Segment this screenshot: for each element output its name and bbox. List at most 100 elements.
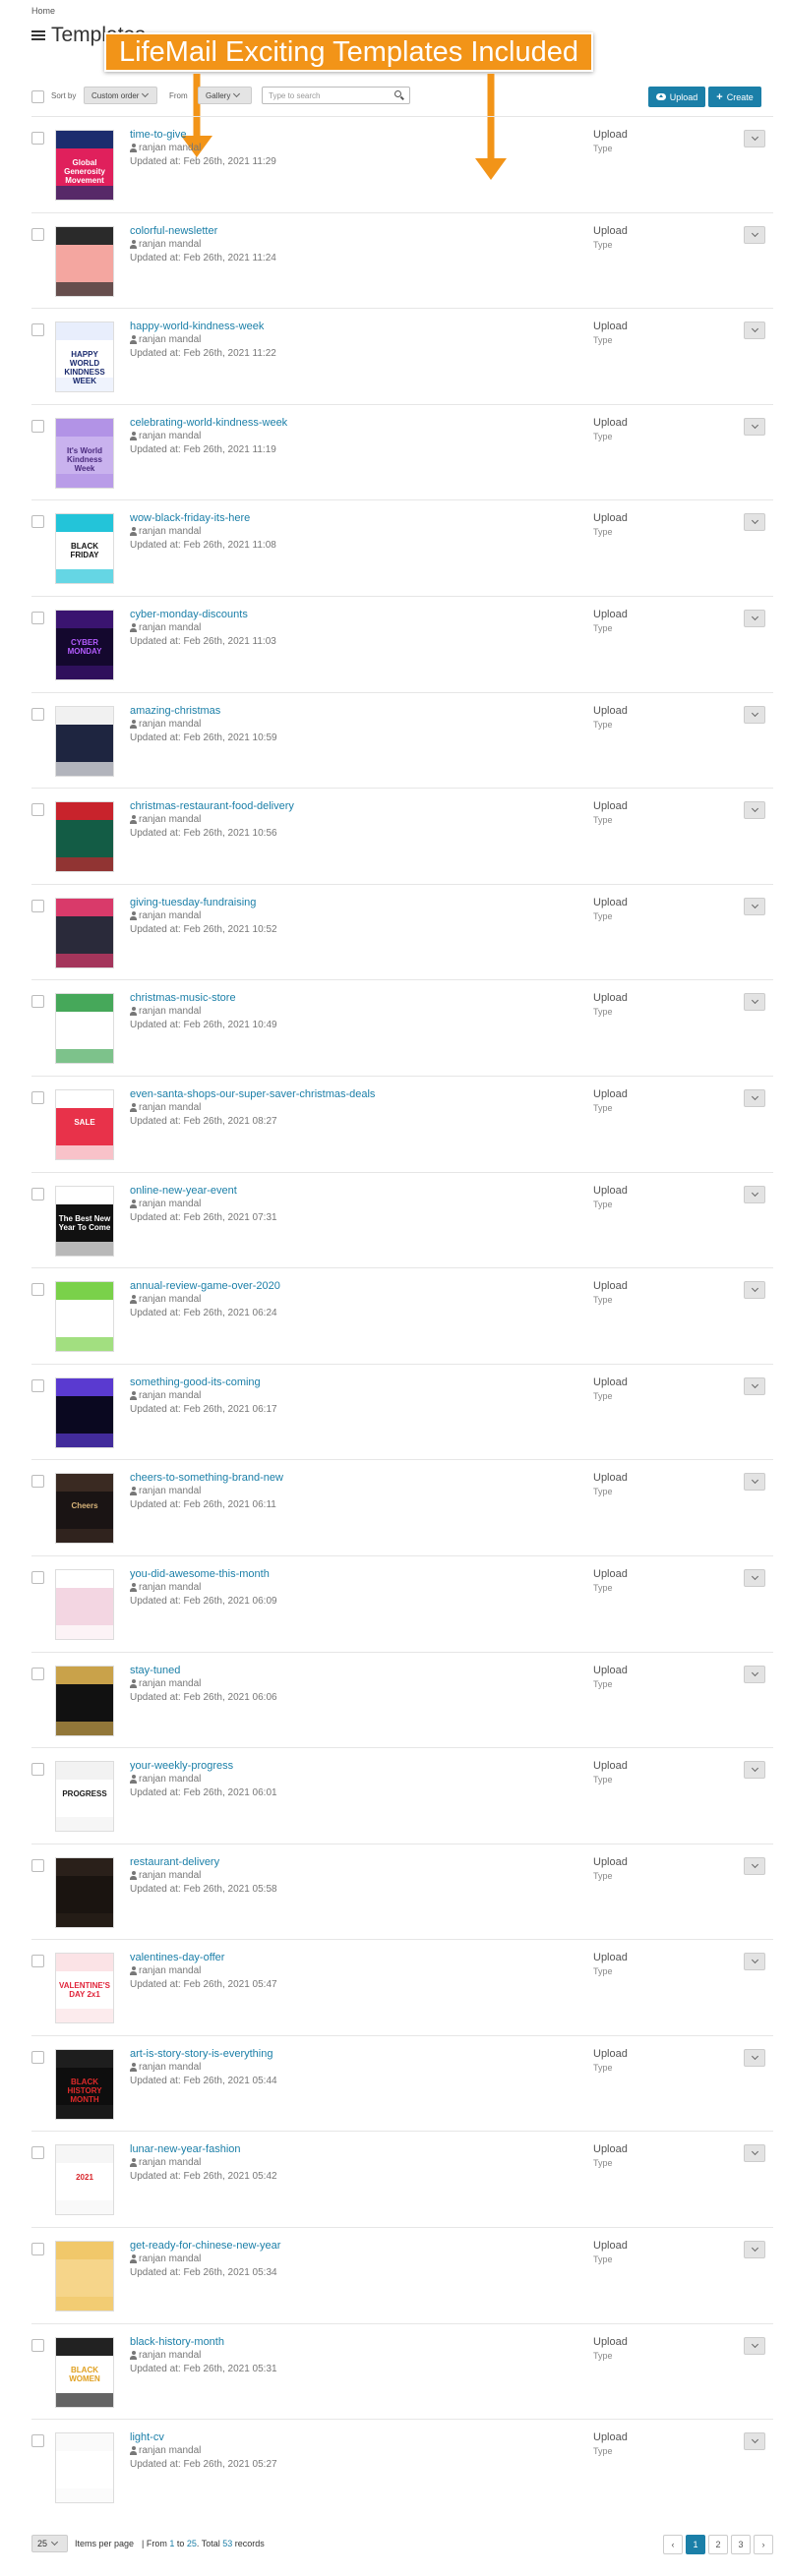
template-name-link[interactable]: time-to-give — [130, 129, 186, 141]
template-name-link[interactable]: get-ready-for-chinese-new-year — [130, 2240, 280, 2252]
template-thumbnail[interactable]: It's World Kindness Week — [55, 417, 114, 489]
row-actions-button[interactable] — [744, 1473, 765, 1492]
template-thumbnail[interactable]: PROGRESS — [55, 1761, 114, 1833]
row-checkbox[interactable] — [31, 419, 44, 433]
row-actions-button[interactable] — [744, 1281, 765, 1300]
row-actions-button[interactable] — [744, 2048, 765, 2067]
row-actions-button[interactable] — [744, 513, 765, 532]
template-name-link[interactable]: lunar-new-year-fashion — [130, 2143, 241, 2155]
template-name-link[interactable]: cheers-to-something-brand-new — [130, 1472, 283, 1484]
row-checkbox[interactable] — [31, 1378, 44, 1392]
template-thumbnail[interactable] — [55, 2432, 114, 2504]
row-actions-button[interactable] — [744, 130, 765, 147]
per-page-select[interactable]: 25 — [31, 2535, 68, 2552]
template-thumbnail[interactable]: Cheers — [55, 1473, 114, 1545]
upload-button[interactable]: Upload — [648, 87, 705, 107]
page-button[interactable]: 1 — [686, 2535, 705, 2554]
row-checkbox[interactable] — [31, 803, 44, 817]
row-actions-button[interactable] — [744, 1376, 765, 1395]
template-thumbnail[interactable] — [55, 225, 114, 297]
template-thumbnail[interactable] — [55, 1665, 114, 1736]
row-checkbox[interactable] — [31, 899, 44, 912]
template-name-link[interactable]: online-new-year-event — [130, 1185, 237, 1197]
row-actions-button[interactable] — [744, 1665, 765, 1683]
row-checkbox[interactable] — [31, 1187, 44, 1200]
row-checkbox[interactable] — [31, 1090, 44, 1104]
template-name-link[interactable]: you-did-awesome-this-month — [130, 1568, 270, 1580]
template-thumbnail[interactable]: 2021 — [55, 2144, 114, 2216]
create-button[interactable]: + Create — [708, 87, 761, 107]
template-thumbnail[interactable]: BLACK WOMEN — [55, 2336, 114, 2408]
row-checkbox[interactable] — [31, 1667, 44, 1680]
page-button[interactable]: 3 — [731, 2535, 751, 2554]
row-actions-button[interactable] — [744, 897, 765, 915]
sort-select[interactable]: Custom order — [84, 87, 157, 104]
template-name-link[interactable]: light-cv — [130, 2431, 164, 2443]
template-name-link[interactable]: art-is-story-story-is-everything — [130, 2048, 272, 2060]
row-actions-button[interactable] — [744, 705, 765, 724]
row-checkbox[interactable] — [31, 995, 44, 1009]
breadcrumb[interactable]: Home — [31, 6, 55, 16]
row-checkbox[interactable] — [31, 323, 44, 337]
row-checkbox[interactable] — [31, 2434, 44, 2448]
template-thumbnail[interactable]: CYBER MONDAY — [55, 609, 114, 680]
next-page-button[interactable]: › — [754, 2535, 773, 2554]
template-thumbnail[interactable] — [55, 1568, 114, 1640]
row-checkbox[interactable] — [31, 2146, 44, 2160]
row-checkbox[interactable] — [31, 132, 44, 145]
from-select[interactable]: Gallery — [198, 87, 252, 104]
search-icon[interactable] — [394, 90, 404, 100]
template-name-link[interactable]: restaurant-delivery — [130, 1856, 219, 1868]
template-name-link[interactable]: amazing-christmas — [130, 705, 220, 717]
template-thumbnail[interactable]: The Best New Year To Come — [55, 1185, 114, 1257]
row-actions-button[interactable] — [744, 1953, 765, 1971]
template-name-link[interactable]: even-santa-shops-our-super-saver-christm… — [130, 1088, 375, 1100]
row-actions-button[interactable] — [744, 417, 765, 436]
row-actions-button[interactable] — [744, 1761, 765, 1780]
template-thumbnail[interactable]: SALE — [55, 1088, 114, 1160]
template-thumbnail[interactable] — [55, 993, 114, 1065]
row-actions-button[interactable] — [744, 2241, 765, 2259]
prev-page-button[interactable]: ‹ — [663, 2535, 683, 2554]
template-thumbnail[interactable] — [55, 801, 114, 873]
template-name-link[interactable]: wow-black-friday-its-here — [130, 512, 250, 524]
template-thumbnail[interactable]: HAPPY WORLD KINDNESS WEEK — [55, 322, 114, 393]
row-actions-button[interactable] — [744, 1856, 765, 1875]
template-name-link[interactable]: giving-tuesday-fundraising — [130, 897, 256, 908]
row-checkbox[interactable] — [31, 1570, 44, 1584]
row-checkbox[interactable] — [31, 1955, 44, 1968]
row-checkbox[interactable] — [31, 707, 44, 721]
row-actions-button[interactable] — [744, 1088, 765, 1107]
template-name-link[interactable]: valentines-day-offer — [130, 1952, 224, 1963]
template-name-link[interactable]: stay-tuned — [130, 1665, 180, 1676]
row-checkbox[interactable] — [31, 515, 44, 529]
row-checkbox[interactable] — [31, 1763, 44, 1777]
template-thumbnail[interactable] — [55, 897, 114, 968]
template-name-link[interactable]: your-weekly-progress — [130, 1760, 233, 1772]
template-thumbnail[interactable]: BLACK HISTORY MONTH — [55, 2048, 114, 2120]
row-checkbox[interactable] — [31, 1858, 44, 1872]
template-name-link[interactable]: something-good-its-coming — [130, 1376, 261, 1388]
row-checkbox[interactable] — [31, 227, 44, 241]
template-name-link[interactable]: christmas-restaurant-food-delivery — [130, 800, 294, 812]
template-thumbnail[interactable] — [55, 1376, 114, 1448]
template-thumbnail[interactable] — [55, 705, 114, 777]
row-checkbox[interactable] — [31, 1475, 44, 1489]
template-name-link[interactable]: celebrating-world-kindness-week — [130, 417, 287, 429]
template-thumbnail[interactable] — [55, 1281, 114, 1353]
search-input[interactable] — [263, 88, 385, 103]
row-actions-button[interactable] — [744, 801, 765, 820]
template-name-link[interactable]: christmas-music-store — [130, 992, 236, 1004]
template-name-link[interactable]: annual-review-game-over-2020 — [130, 1280, 280, 1292]
select-all-checkbox[interactable] — [31, 90, 44, 103]
row-actions-button[interactable] — [744, 225, 765, 244]
row-actions-button[interactable] — [744, 322, 765, 340]
template-name-link[interactable]: cyber-monday-discounts — [130, 609, 248, 620]
row-checkbox[interactable] — [31, 1283, 44, 1297]
row-checkbox[interactable] — [31, 611, 44, 624]
row-checkbox[interactable] — [31, 2338, 44, 2352]
row-actions-button[interactable] — [744, 2144, 765, 2163]
row-actions-button[interactable] — [744, 1185, 765, 1203]
row-actions-button[interactable] — [744, 993, 765, 1012]
row-checkbox[interactable] — [31, 2050, 44, 2064]
